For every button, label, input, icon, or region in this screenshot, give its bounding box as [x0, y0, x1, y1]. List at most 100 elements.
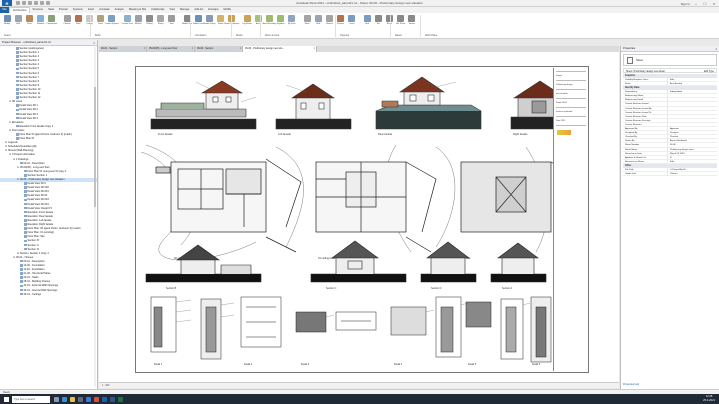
- close-icon[interactable]: ×: [715, 46, 717, 52]
- taskbar-clock[interactable]: 12:48 25-3-2021: [703, 395, 715, 402]
- ribbon-tool-button[interactable]: Shaft: [302, 15, 312, 29]
- ribbon-tool-button[interactable]: Viewer: [407, 15, 417, 29]
- scrollbar-thumb[interactable]: [94, 87, 96, 207]
- excel-icon[interactable]: [118, 396, 123, 402]
- drawing-sheet[interactable]: Front facade Left facade Rear facade Rig…: [135, 66, 589, 373]
- title-block: Project Preliminary design new situation Sh…: [553, 68, 588, 371]
- ribbon-tool-button[interactable]: Wall: [313, 15, 323, 29]
- file-explorer-icon[interactable]: [70, 396, 75, 402]
- property-value[interactable]: Edit...: [668, 160, 717, 163]
- store-icon[interactable]: [78, 396, 83, 402]
- revit-taskbar-icon[interactable]: [102, 396, 107, 402]
- ribbon-tool-button[interactable]: Floor: [96, 15, 106, 29]
- ribbon-tool-button[interactable]: Door: [24, 15, 34, 29]
- ribbon-tool-button[interactable]: Tag Area: [276, 15, 286, 29]
- property-value[interactable]: Approver: [668, 127, 717, 130]
- ribbon-tool-button[interactable]: Modify: [2, 15, 12, 29]
- ribbon-tool-button[interactable]: Area Boundary: [262, 15, 277, 29]
- type-selector[interactable]: Sheet: [623, 54, 717, 66]
- property-value[interactable]: [668, 123, 717, 126]
- ribbon-tool-button[interactable]: Vertical: [324, 15, 334, 29]
- open-icon[interactable]: [16, 1, 20, 5]
- ribbon-tool-button[interactable]: Level: [347, 15, 357, 29]
- property-value[interactable]: Edit...: [668, 78, 717, 81]
- properties-filter[interactable]: Sheet: Preliminary design new situat Edi…: [623, 68, 717, 73]
- edge-icon[interactable]: [62, 396, 67, 402]
- windows-start-icon[interactable]: [2, 395, 10, 403]
- mail-icon[interactable]: [86, 396, 91, 402]
- property-value[interactable]: [668, 102, 717, 105]
- property-value[interactable]: [668, 94, 717, 97]
- ribbon-tool-button[interactable]: Model Group: [203, 15, 215, 29]
- task-view-icon[interactable]: [54, 396, 59, 402]
- taskbar-search-input[interactable]: Type here to search: [12, 395, 50, 403]
- ribbon-tool-button[interactable]: Grid: [362, 15, 372, 29]
- property-name: Dependency: [623, 90, 668, 94]
- ribbon-tool-button[interactable]: Dormer: [336, 15, 346, 29]
- property-value[interactable]: Designer: [668, 131, 717, 134]
- ribbon-tool-button[interactable]: Window: [36, 15, 46, 29]
- save-icon[interactable]: [22, 1, 26, 5]
- maximize-button[interactable]: □: [702, 1, 708, 6]
- ribbon-tool-button[interactable]: Curtain System: [105, 15, 119, 29]
- redo-icon[interactable]: [34, 1, 38, 5]
- property-value[interactable]: Independent: [668, 90, 717, 93]
- print-icon[interactable]: [40, 1, 44, 5]
- ribbon-tool-button[interactable]: Component: [46, 15, 57, 29]
- ribbon-tool-button[interactable]: Ref Plane: [396, 15, 406, 29]
- close-icon[interactable]: ×: [93, 40, 95, 46]
- minimize-button[interactable]: –: [693, 1, 699, 6]
- property-value[interactable]: Aaron Westbroek: [668, 139, 717, 142]
- revit-logo-icon[interactable]: R: [2, 0, 12, 6]
- tool-label: Dormer: [337, 23, 345, 25]
- ribbon-tool-button[interactable]: Wall: [13, 15, 23, 29]
- ribbon-tool-button[interactable]: Roof: [73, 15, 83, 29]
- ribbon-tool-button[interactable]: Model Line: [193, 15, 203, 29]
- property-value[interactable]: [668, 107, 717, 110]
- property-value[interactable]: Preliminary design new s: [668, 148, 717, 151]
- property-value[interactable]: <None>: [668, 172, 717, 175]
- property-value[interactable]: 06-06: [668, 143, 717, 146]
- property-value[interactable]: As indicated: [668, 82, 717, 85]
- close-button[interactable]: ×: [711, 1, 717, 6]
- property-value[interactable]: ☑: [668, 156, 717, 159]
- property-name: Current Revision Date: [623, 114, 668, 118]
- property-value[interactable]: [668, 111, 717, 114]
- sign-in-button[interactable]: Sign In: [681, 2, 690, 6]
- view-scale[interactable]: 1 : 100: [102, 384, 109, 387]
- property-value[interactable]: March 25 2019: [668, 152, 717, 155]
- tree-item-label: 32-01 - Internal Wall Openings: [23, 288, 58, 292]
- property-value[interactable]: C:\Users\Wijn\D...: [668, 168, 717, 171]
- caption-rear: Rear facade: [378, 132, 393, 136]
- tool-icon: [265, 15, 273, 22]
- ribbon-tool-button[interactable]: Railing: [144, 15, 154, 29]
- ribbon-tool-button[interactable]: By Face: [287, 15, 297, 29]
- tool-label: Curtain Grid: [121, 23, 133, 25]
- view-icon: [20, 264, 23, 267]
- ribbon-tool-button[interactable]: Ramp: [156, 15, 166, 29]
- measure-icon[interactable]: [46, 1, 50, 5]
- filter-dropdown[interactable]: Sheet: Preliminary design new situat: [626, 69, 665, 73]
- property-value[interactable]: [668, 98, 717, 101]
- tool-label: Area Boundary: [262, 23, 277, 25]
- tree-item-label: 31-01 - External Wall Openings: [23, 284, 59, 288]
- word-icon[interactable]: [110, 396, 115, 402]
- sheet-drawings: Front facade Left facade Rear facade Rig…: [140, 76, 582, 366]
- ribbon-tool-button[interactable]: Area: [253, 15, 263, 29]
- edit-type-button[interactable]: Edit Type: [704, 69, 714, 73]
- ribbon-tool-button[interactable]: Room: [216, 15, 226, 29]
- ribbon-tool-button[interactable]: Curtain Grid: [121, 15, 133, 29]
- ribbon-tool-button[interactable]: Set: [373, 15, 383, 29]
- ribbon-tool-button[interactable]: Tag Room: [242, 15, 252, 29]
- property-value[interactable]: [668, 119, 717, 122]
- chrome-icon[interactable]: [94, 396, 99, 402]
- tree-item[interactable]: 45-01 - Ceilings: [0, 293, 97, 297]
- project-browser-scrollbar[interactable]: [94, 47, 96, 387]
- ribbon-tool-button[interactable]: Column: [62, 15, 72, 29]
- properties-help-link[interactable]: Properties help: [623, 383, 639, 386]
- undo-icon[interactable]: [28, 1, 32, 5]
- ribbon-tool-button[interactable]: Mullion: [133, 15, 143, 29]
- property-value[interactable]: [668, 115, 717, 118]
- ribbon-tool-button[interactable]: Stair: [167, 15, 177, 29]
- property-value[interactable]: Checker: [668, 135, 717, 138]
